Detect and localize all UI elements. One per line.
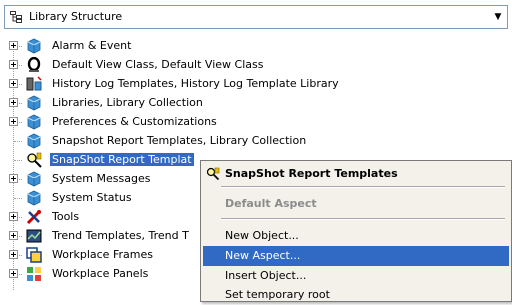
expand-icon[interactable] — [9, 250, 18, 259]
tree-connector — [14, 198, 22, 199]
expand-icon[interactable] — [9, 117, 18, 126]
tree-item-label: History Log Templates, History Log Templ… — [52, 77, 339, 90]
expand-icon[interactable] — [9, 212, 18, 221]
menu-item-label: Default Aspect — [225, 197, 317, 210]
tree-item[interactable]: History Log Templates, History Log Templ… — [0, 75, 512, 94]
menu-item-set-temporary-root[interactable]: Set temporary root — [203, 285, 509, 305]
tree-item-label: Workplace Frames — [52, 248, 153, 261]
blue-cube-icon — [26, 95, 42, 111]
tree-item-label: System Status — [52, 191, 132, 204]
tree-item-label: Tools — [52, 210, 80, 223]
menu-header-label: SnapShot Report Templates — [225, 167, 398, 180]
tree-item-label: Default View Class, Default View Class — [52, 58, 264, 71]
menu-separator — [221, 186, 505, 188]
expand-icon[interactable] — [9, 79, 18, 88]
tree-item[interactable]: Libraries, Library Collection — [0, 94, 512, 113]
black-o-icon — [26, 56, 42, 73]
snapshot-report-icon — [26, 152, 42, 168]
combo-title: Library Structure — [29, 10, 123, 23]
menu-item-default-aspect: Default Aspect — [203, 194, 509, 214]
menu-header: SnapShot Report Templates — [203, 164, 509, 184]
menu-item-label: New Object... — [225, 229, 299, 242]
tree-item-label: Preferences & Customizations — [52, 115, 217, 128]
tree-item-label: SnapShot Report Templat — [50, 153, 194, 166]
tree-item[interactable]: Default View Class, Default View Class — [0, 56, 512, 75]
blue-cube-icon — [26, 38, 42, 54]
tree-item[interactable]: Snapshot Report Templates, Library Colle… — [0, 132, 512, 151]
blue-cube-icon — [26, 114, 42, 130]
menu-item-new-object[interactable]: New Object... — [203, 226, 509, 246]
tree-structure-icon — [10, 11, 22, 23]
menu-item-label: Set temporary root — [225, 288, 330, 301]
tree-item-label: Snapshot Report Templates, Library Colle… — [52, 134, 307, 147]
blue-cube-icon — [26, 133, 42, 149]
chevron-down-icon[interactable]: ▼ — [489, 6, 507, 28]
expand-icon[interactable] — [9, 231, 18, 240]
tools-icon — [26, 209, 42, 225]
trend-icon — [26, 228, 42, 244]
expand-icon[interactable] — [9, 41, 18, 50]
menu-item-label: Insert Object... — [225, 269, 307, 282]
library-structure-combo[interactable]: Library Structure ▼ — [4, 5, 508, 29]
tree-item[interactable]: Preferences & Customizations — [0, 113, 512, 132]
tree-item-label: System Messages — [52, 172, 151, 185]
tree-item-label: Alarm & Event — [52, 39, 132, 52]
menu-item-insert-object[interactable]: Insert Object... — [203, 266, 509, 286]
workplace-frames-icon — [26, 247, 42, 263]
workplace-panels-icon — [26, 266, 42, 282]
menu-item-new-aspect[interactable]: New Aspect... — [203, 246, 509, 266]
context-menu: SnapShot Report Templates Default Aspect… — [200, 160, 512, 302]
history-log-icon — [26, 76, 42, 92]
blue-cube-icon — [26, 171, 42, 187]
tree-item-label: Trend Templates, Trend T — [52, 229, 189, 242]
tree-connector — [14, 160, 22, 161]
menu-item-label: New Aspect... — [225, 249, 301, 262]
expand-icon[interactable] — [9, 174, 18, 183]
tree-connector — [14, 141, 22, 142]
expand-icon[interactable] — [9, 60, 18, 69]
menu-separator — [221, 218, 505, 220]
expand-icon[interactable] — [9, 269, 18, 278]
tree-item[interactable]: Alarm & Event — [0, 37, 512, 56]
snapshot-report-icon — [206, 167, 220, 181]
expand-icon[interactable] — [9, 98, 18, 107]
tree-item-label: Libraries, Library Collection — [52, 96, 203, 109]
tree-item-label: Workplace Panels — [52, 267, 149, 280]
blue-cube-icon — [26, 190, 42, 206]
